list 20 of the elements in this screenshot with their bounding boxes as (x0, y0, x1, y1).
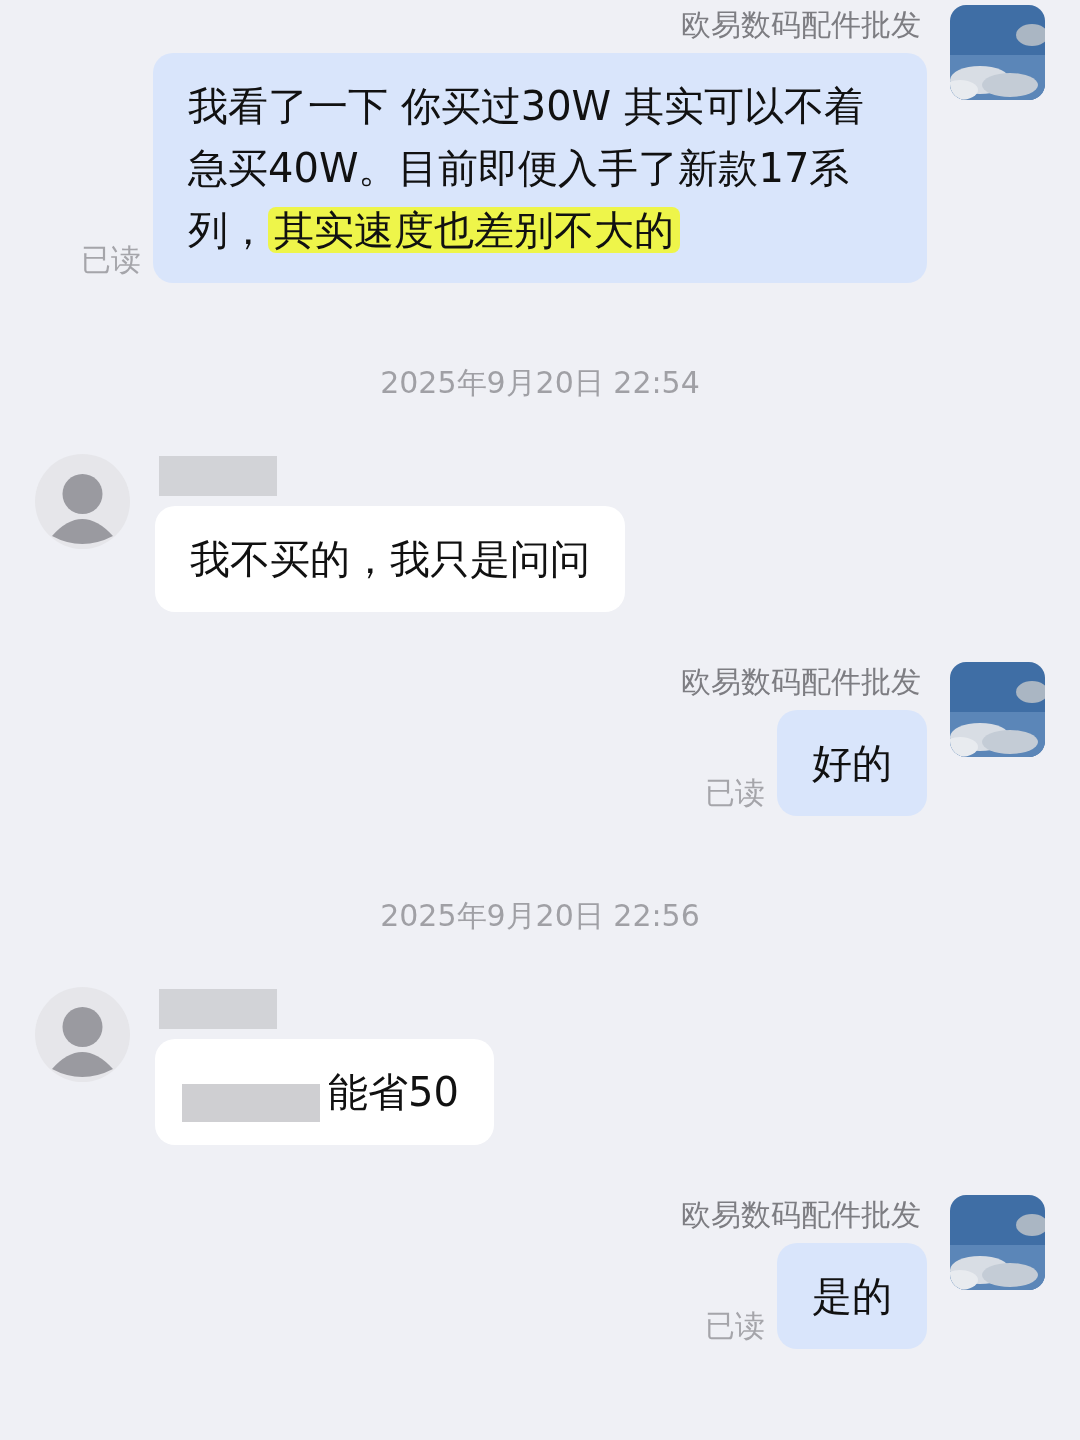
message-text: 好的 (812, 739, 892, 788)
sender-name: 欧易数码配件批发 (681, 6, 921, 44)
avatar-icon[interactable] (35, 454, 130, 549)
message-bubble[interactable]: 我不买的，我只是问问 (155, 506, 625, 612)
message-text: 能省50 (328, 1068, 459, 1117)
timestamp: 2025年9月20日 22:54 (379, 364, 701, 402)
message-text: 我不买的，我只是问问 (190, 535, 590, 584)
message-text: 我看了一下 你买过30W 其实可以不着急买40W。目前即便入手了新款17系列，其实速度也差别不大的 (188, 82, 865, 255)
message-text: 是的 (812, 1272, 892, 1321)
avatar-icon[interactable] (35, 987, 130, 1082)
read-receipt: 已读 (81, 241, 141, 279)
sender-name: 欧易数码配件批发 (681, 663, 921, 701)
timestamp: 2025年9月20日 22:56 (379, 897, 701, 935)
sender-name: 欧易数码配件批发 (681, 1196, 921, 1234)
message-bubble[interactable]: 好的 (777, 710, 927, 816)
read-receipt: 已读 (705, 774, 765, 812)
read-receipt: 已读 (705, 1307, 765, 1345)
message-bubble[interactable]: 我看了一下 你买过30W 其实可以不着急买40W。目前即便入手了新款17系列，其实速度也差别不大的 (153, 53, 927, 283)
message-bubble[interactable]: 是的 (777, 1243, 927, 1349)
message-bubble[interactable]: 能省50 (155, 1039, 494, 1145)
